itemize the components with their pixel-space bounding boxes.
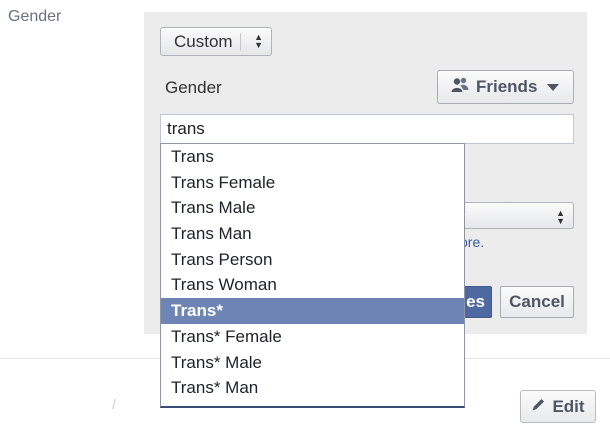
suggestion-item[interactable]: Trans Man	[161, 221, 464, 247]
chevron-down-icon	[547, 83, 560, 91]
suggestion-item[interactable]: Trans Male	[161, 195, 464, 221]
pencil-icon	[531, 397, 546, 417]
privacy-selector-button[interactable]: Friends	[437, 70, 574, 104]
suggestion-item[interactable]: Trans* Male	[161, 350, 464, 376]
suggestion-item[interactable]: Trans Woman	[161, 272, 464, 298]
edit-button[interactable]: Edit	[520, 390, 596, 423]
custom-gender-input[interactable]	[160, 114, 574, 144]
privacy-label: Friends	[476, 77, 538, 96]
friends-icon	[451, 77, 469, 98]
suggestion-item[interactable]: Trans	[161, 144, 464, 170]
gender-suggestions-dropdown: Trans Trans Female Trans Male Trans Man Tran…	[160, 143, 465, 408]
suggestion-item[interactable]: Trans* Man	[161, 375, 464, 401]
updown-arrows-icon: ▲ ▼	[254, 32, 263, 50]
suggestion-item[interactable]: Trans Person	[161, 247, 464, 273]
custom-gender-label: Gender	[165, 78, 222, 97]
select-separator	[240, 33, 241, 51]
suggestion-item[interactable]: Trans* Female	[161, 324, 464, 350]
edit-label: Edit	[552, 396, 585, 416]
gender-select[interactable]: Custom ▲ ▼	[160, 27, 272, 56]
gender-section-label: Gender	[8, 8, 62, 25]
suggestion-item[interactable]: Trans Female	[161, 170, 464, 196]
updown-arrows-icon: ▲ ▼	[556, 208, 565, 226]
gender-select-value: Custom	[174, 31, 233, 51]
cancel-button[interactable]: Cancel	[500, 286, 574, 318]
suggestion-item[interactable]: Trans*	[161, 298, 464, 324]
faint-text-mark: /	[112, 396, 116, 412]
pronoun-select[interactable]: ' ▲▼	[458, 202, 574, 229]
